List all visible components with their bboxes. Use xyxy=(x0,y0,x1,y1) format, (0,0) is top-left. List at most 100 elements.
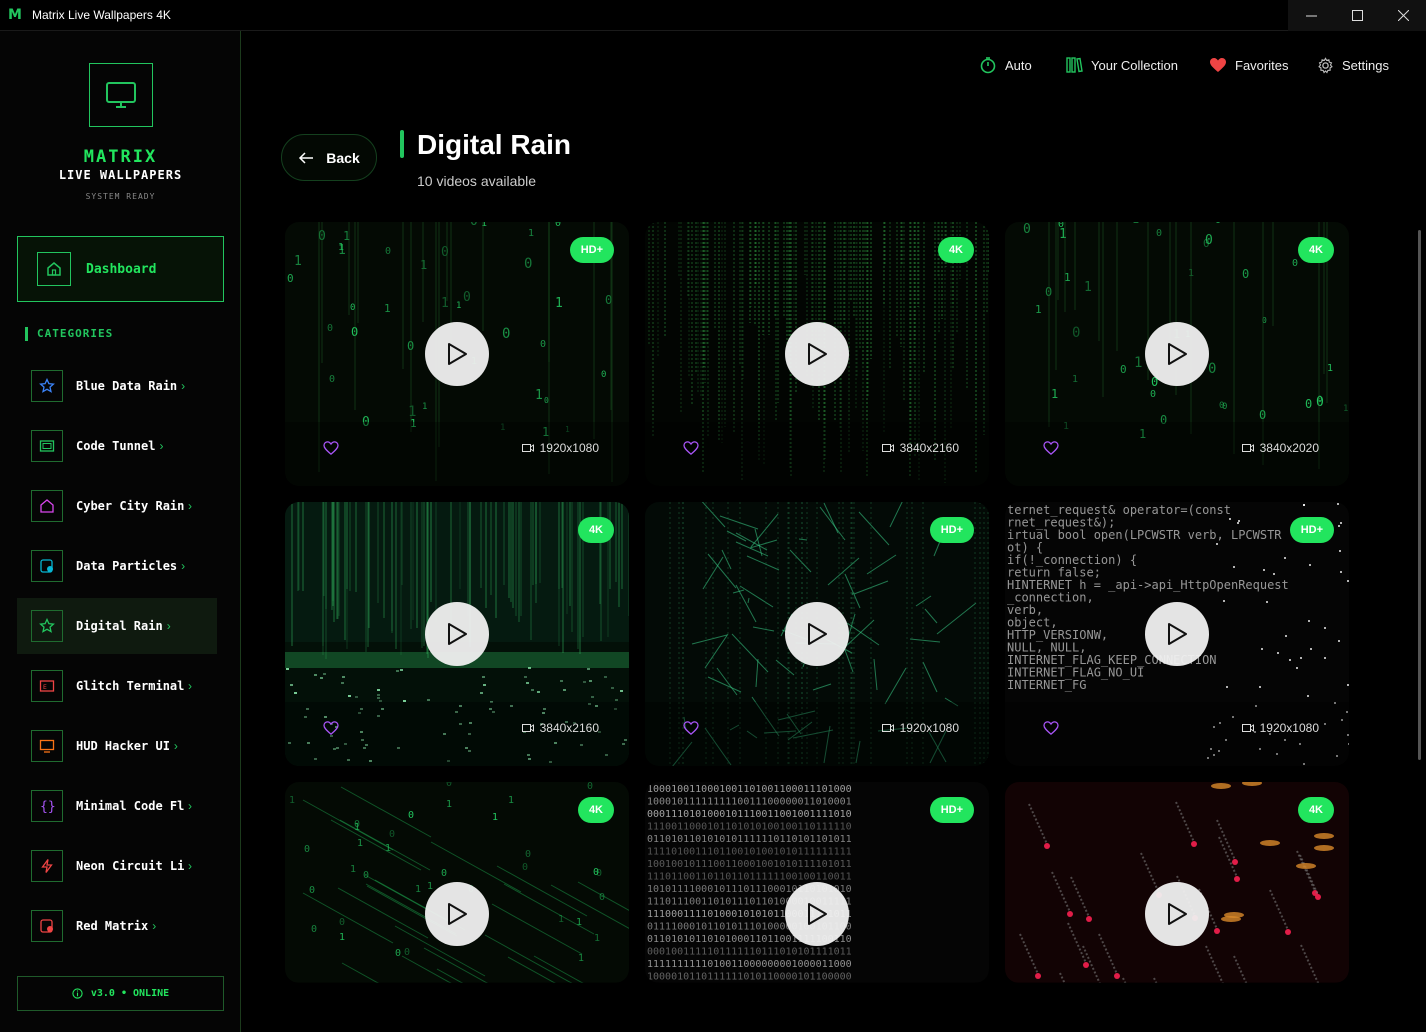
close-button[interactable] xyxy=(1380,0,1426,31)
back-button[interactable]: Back xyxy=(281,134,377,181)
play-button[interactable] xyxy=(1145,602,1209,666)
quality-badge: 4K xyxy=(1297,237,1334,263)
play-button[interactable] xyxy=(425,602,489,666)
svg-text:0: 0 xyxy=(287,272,294,285)
video-card[interactable]: HD+ 1920x1080 xyxy=(645,502,989,766)
sidebar-item-label: Data Particles xyxy=(76,559,178,573)
svg-text:0: 0 xyxy=(587,782,593,792)
sidebar-item-label: Code Tunnel xyxy=(76,439,156,453)
svg-text:1: 1 xyxy=(456,301,461,311)
heart-outline-icon xyxy=(683,721,699,735)
play-button[interactable] xyxy=(785,882,849,946)
video-card[interactable]: 4K 3840x2160 xyxy=(645,222,989,486)
video-card[interactable]: 1000100110001001101001100011101000 100010… xyxy=(645,782,989,983)
home-icon xyxy=(31,490,63,522)
sidebar-item-cyber-city-rain[interactable]: Cyber City Rain › xyxy=(17,478,217,534)
svg-text:1: 1 xyxy=(1343,404,1348,414)
svg-text:1: 1 xyxy=(385,843,391,854)
favorite-button[interactable] xyxy=(1043,441,1059,455)
categories-heading: CATEGORIES xyxy=(25,327,113,341)
quality-badge: 4K xyxy=(577,797,614,823)
svg-text:111011001101101101111110010011: 1110110011011011011111100100110011 xyxy=(647,872,852,883)
svg-text:1: 1 xyxy=(427,881,433,892)
shield-icon xyxy=(31,550,63,582)
play-button[interactable] xyxy=(425,882,489,946)
sidebar-item-minimal-code-flow[interactable]: {} Minimal Code Flow › xyxy=(17,778,217,834)
video-card[interactable]: 110001101011100100100000010010001110014K… xyxy=(1005,222,1349,486)
scrollbar[interactable] xyxy=(1418,230,1421,760)
chevron-right-icon: › xyxy=(181,379,186,393)
svg-text:0: 0 xyxy=(599,892,605,903)
sidebar-item-blue-data-rain[interactable]: Blue Data Rain › xyxy=(17,358,217,414)
play-button[interactable] xyxy=(1145,882,1209,946)
dashboard-button[interactable]: Dashboard xyxy=(17,236,224,302)
sidebar-item-label: Neon Circuit Lines xyxy=(76,859,184,873)
resolution-label: 3840x2160 xyxy=(881,441,959,455)
play-icon xyxy=(448,343,467,365)
video-card[interactable]: 11101101001011011010010100010101101000HD… xyxy=(285,222,629,486)
svg-text:1: 1 xyxy=(1327,363,1333,374)
svg-text:0: 0 xyxy=(524,256,532,272)
resolution-text: 3840x2020 xyxy=(1259,441,1319,455)
favorite-button[interactable] xyxy=(1043,721,1059,735)
svg-text:1: 1 xyxy=(289,795,295,806)
svg-text:0: 0 xyxy=(1242,267,1249,281)
svg-text:0: 0 xyxy=(1072,325,1080,341)
heart-outline-icon xyxy=(1043,441,1059,455)
play-button[interactable] xyxy=(425,322,489,386)
nav-auto-label: Auto xyxy=(1005,57,1032,73)
shield-icon xyxy=(31,910,63,942)
svg-text:0: 0 xyxy=(1205,233,1213,248)
nav-favorites[interactable]: Favorites xyxy=(1209,54,1288,76)
svg-text:011010110101010111111011010110: 0110101101010101111110110101101011 xyxy=(647,834,852,845)
minimize-button[interactable] xyxy=(1288,0,1334,31)
svg-text:0: 0 xyxy=(404,947,410,958)
play-icon xyxy=(808,903,827,925)
svg-text:E: E xyxy=(43,684,47,691)
nav-settings[interactable]: Settings xyxy=(1317,54,1389,76)
heart-outline-icon xyxy=(1043,721,1059,735)
svg-text:0: 0 xyxy=(601,370,606,380)
video-card[interactable]: ternet_request& operator=(const rnet_requ… xyxy=(1005,502,1349,766)
svg-text:1: 1 xyxy=(1035,303,1042,316)
sidebar-item-code-tunnel[interactable]: Code Tunnel › xyxy=(17,418,217,474)
sidebar-item-label: HUD Hacker UI xyxy=(76,739,170,753)
quality-badge: 4K xyxy=(1297,797,1334,823)
quality-badge: 4K xyxy=(577,517,614,543)
nav-auto[interactable]: Auto xyxy=(979,54,1032,76)
sidebar-item-label: Red Matrix xyxy=(76,919,149,933)
svg-text:0: 0 xyxy=(408,810,414,821)
play-button[interactable] xyxy=(785,602,849,666)
svg-text:100100101110011000100101011110: 1001001011100110001001010111101011 xyxy=(647,859,852,870)
sidebar-item-data-particles[interactable]: Data Particles › xyxy=(17,538,217,594)
sidebar-item-glitch-terminal[interactable]: E Glitch Terminal › xyxy=(17,658,217,714)
svg-text:1: 1 xyxy=(441,296,449,311)
favorite-button[interactable] xyxy=(683,721,699,735)
svg-text:0: 0 xyxy=(555,222,561,229)
favorite-button[interactable] xyxy=(683,441,699,455)
svg-text:1: 1 xyxy=(492,812,498,823)
video-card[interactable]: 4K xyxy=(1005,782,1349,983)
video-camera-icon xyxy=(521,444,534,452)
play-button[interactable] xyxy=(785,322,849,386)
title-accent xyxy=(400,130,404,158)
play-icon xyxy=(808,343,827,365)
sidebar-item-red-matrix[interactable]: Red Matrix › xyxy=(17,898,217,954)
sidebar-item-digital-rain[interactable]: Digital Rain › xyxy=(17,598,217,654)
svg-text:0: 0 xyxy=(502,326,510,342)
play-button[interactable] xyxy=(1145,322,1209,386)
nav-collection[interactable]: Your Collection xyxy=(1065,54,1178,76)
favorite-button[interactable] xyxy=(323,441,339,455)
svg-text:0: 0 xyxy=(540,339,546,350)
home-icon xyxy=(37,252,71,286)
sidebar-item-neon-circuit-lines[interactable]: Neon Circuit Lines › xyxy=(17,838,217,894)
video-card[interactable]: 0100101000101010001110110110011000010110… xyxy=(285,782,629,983)
sidebar-item-hud-hacker-ui[interactable]: HUD Hacker UI › xyxy=(17,718,217,774)
maximize-button[interactable] xyxy=(1334,0,1380,31)
video-camera-icon xyxy=(1241,444,1254,452)
quality-badge: HD+ xyxy=(1289,517,1334,543)
favorite-button[interactable] xyxy=(323,721,339,735)
video-card[interactable]: 4K 3840x2160 xyxy=(285,502,629,766)
svg-text:1: 1 xyxy=(339,932,345,943)
quality-badge: 4K xyxy=(937,237,974,263)
